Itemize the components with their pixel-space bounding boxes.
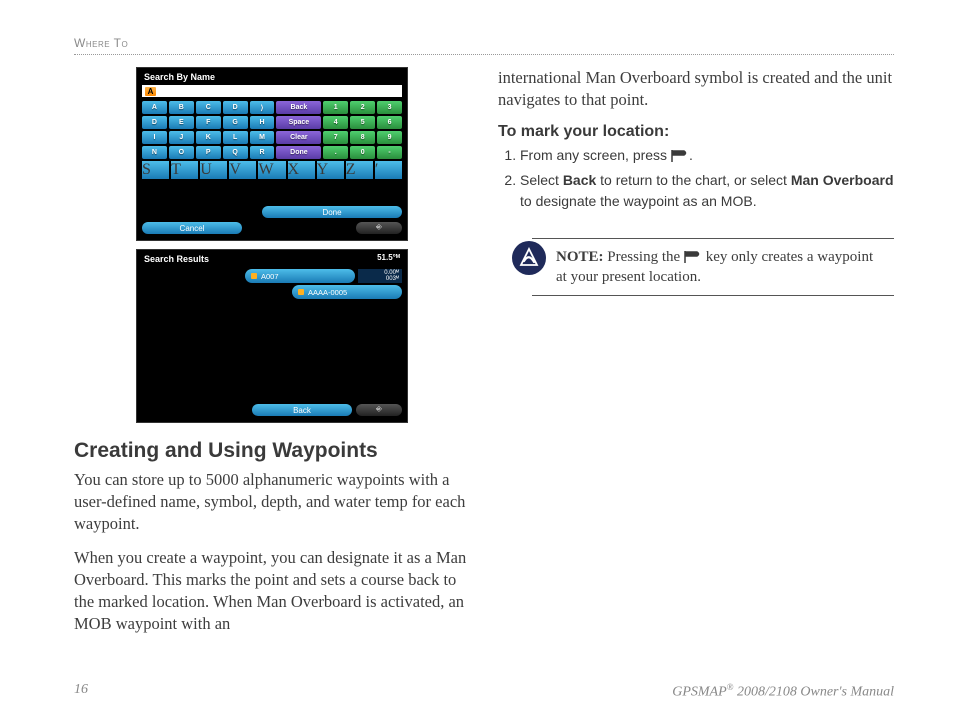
result-row: AAAA-0005: [142, 285, 402, 299]
kb-key: Q: [223, 146, 248, 159]
step2-c: to return to the chart, or select: [596, 172, 791, 188]
ss2-results: A007 0.00ᴹ003ᴹ AAAA-0005: [142, 267, 402, 299]
kb-key: D: [223, 101, 248, 114]
ss2-mode-button: ⎆: [356, 404, 402, 416]
step2-e: to designate the waypoint as an MOB.: [520, 193, 757, 209]
footer-product: GPSMAP® 2008/2108 Owner's Manual: [672, 682, 894, 701]
step1-text-post: .: [689, 147, 693, 163]
result-pill: A007: [245, 269, 355, 283]
note-box: NOTE: Pressing the key only creates a wa…: [532, 238, 894, 297]
kb-key: Y: [317, 161, 344, 179]
ss1-entry-field: A: [142, 85, 402, 97]
ss2-back-button: Back: [252, 404, 352, 416]
kb-key: G: [223, 116, 248, 129]
note-label: NOTE:: [556, 249, 604, 265]
page-footer: 16 GPSMAP® 2008/2108 Owner's Manual: [74, 682, 894, 701]
page-header: Where To: [74, 36, 894, 55]
kb-action-key: Space: [276, 116, 321, 129]
waypoint-flag-icon: [251, 273, 257, 279]
kb-key: C: [196, 101, 221, 114]
step-2: Select Back to return to the chart, or s…: [520, 170, 894, 212]
kb-key: M: [250, 131, 275, 144]
result-row: A007 0.00ᴹ003ᴹ: [142, 269, 402, 283]
step-1: From any screen, press .: [520, 145, 894, 166]
kb-key: ⟩: [250, 101, 275, 114]
result-distance: 0.00ᴹ003ᴹ: [358, 269, 402, 283]
kb-key: V: [229, 161, 256, 179]
kb-key: I: [142, 131, 167, 144]
step1-text-pre: From any screen, press: [520, 147, 671, 163]
ss1-keyboard-row6: STUVWXYZ′: [142, 161, 402, 179]
kb-num-key: 9: [377, 131, 402, 144]
kb-num-key: 6: [377, 116, 402, 129]
kb-key: O: [169, 146, 194, 159]
kb-key: S: [142, 161, 169, 179]
ss1-done-button: Done: [262, 206, 402, 218]
kb-key: ′: [375, 161, 402, 179]
kb-key: D: [142, 116, 167, 129]
kb-action-key: Back: [276, 101, 321, 114]
kb-key: T: [171, 161, 198, 179]
ss2-heading: 51.5°ᴹ: [377, 254, 402, 264]
ss1-title: Search By Name: [142, 72, 402, 85]
note-text: NOTE: Pressing the key only creates a wa…: [556, 245, 884, 290]
result-name: AAAA-0005: [308, 288, 347, 297]
kb-num-key: 5: [350, 116, 375, 129]
step2-back-label: Back: [563, 172, 596, 188]
screenshot-search-results: Search Results 51.5°ᴹ A007 0.00ᴹ003ᴹ AAAA-…: [136, 249, 408, 423]
kb-key: H: [250, 116, 275, 129]
kb-num-key: 4: [323, 116, 348, 129]
waypoint-flag-icon: [298, 289, 304, 295]
kb-key: L: [223, 131, 248, 144]
flag-icon: [684, 251, 702, 263]
ss2-title: Search Results: [142, 254, 377, 267]
step2-a: Select: [520, 172, 563, 188]
steps-list: From any screen, press . Select Back to …: [498, 145, 894, 212]
kb-num-key: .: [323, 146, 348, 159]
kb-key: N: [142, 146, 167, 159]
kb-key: W: [258, 161, 285, 179]
kb-key: F: [196, 116, 221, 129]
kb-key: J: [169, 131, 194, 144]
kb-key: P: [196, 146, 221, 159]
kb-key: R: [250, 146, 275, 159]
section-heading: Creating and Using Waypoints: [74, 439, 470, 463]
footer-product-rest: 2008/2108 Owner's Manual: [734, 685, 895, 700]
kb-key: A: [142, 101, 167, 114]
ss1-entry-value: A: [145, 87, 156, 96]
flag-icon: [671, 150, 689, 162]
ss1-keyboard: ABCD⟩Back123DEFGHSpace456IJKLMClear789NO…: [142, 101, 402, 159]
para-2: When you create a waypoint, you can desi…: [74, 547, 470, 635]
kb-action-key: Clear: [276, 131, 321, 144]
kb-num-key: 7: [323, 131, 348, 144]
kb-key: U: [200, 161, 227, 179]
result-name: A007: [261, 272, 279, 281]
step2-mob-label: Man Overboard: [791, 172, 894, 188]
kb-num-key: 2: [350, 101, 375, 114]
result-pill: AAAA-0005: [292, 285, 402, 299]
ss1-mode-button: ⎆: [356, 222, 402, 234]
kb-key: K: [196, 131, 221, 144]
kb-num-key: 1: [323, 101, 348, 114]
kb-key: B: [169, 101, 194, 114]
kb-num-key: -: [377, 146, 402, 159]
kb-num-key: 0: [350, 146, 375, 159]
note-a: Pressing the: [604, 249, 684, 265]
kb-key: Z: [346, 161, 373, 179]
steps-heading: To mark your location:: [498, 123, 894, 141]
kb-key: E: [169, 116, 194, 129]
footer-product-name: GPSMAP: [672, 685, 726, 700]
note-icon: [512, 241, 546, 275]
kb-action-key: Done: [276, 146, 321, 159]
kb-num-key: 8: [350, 131, 375, 144]
para-1: You can store up to 5000 alphanumeric wa…: [74, 469, 470, 535]
page-number: 16: [74, 682, 88, 701]
kb-key: X: [288, 161, 315, 179]
ss1-cancel-button: Cancel: [142, 222, 242, 234]
kb-num-key: 3: [377, 101, 402, 114]
screenshot-search-by-name: Search By Name A ABCD⟩Back123DEFGHSpace4…: [136, 67, 408, 241]
para-3: international Man Overboard symbol is cr…: [498, 67, 894, 111]
